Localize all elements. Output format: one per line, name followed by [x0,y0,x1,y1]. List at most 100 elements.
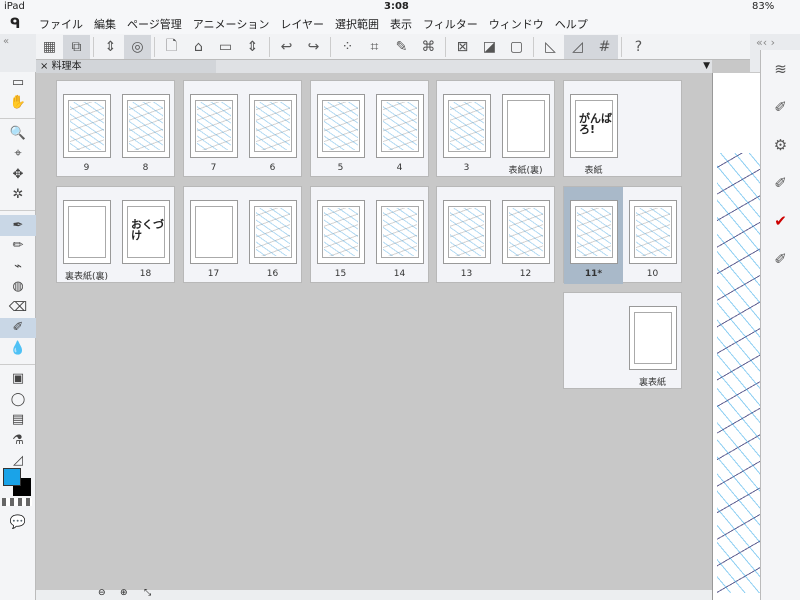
page-item[interactable]: 13 [437,187,496,284]
page-item[interactable]: 11* [564,187,623,284]
sort-arrows-icon[interactable]: ⇕ [97,35,124,59]
menu-item[interactable]: 選択範囲 [335,16,379,32]
menu-item[interactable]: アニメーション [193,16,270,32]
tool-button[interactable]: ✥ [0,164,36,185]
tool-button[interactable]: 💧 [0,338,36,359]
right-panel-button[interactable]: ≋ [761,50,800,88]
tool-button[interactable]: ◯ [0,389,36,410]
ruler-icon[interactable]: ◺ [537,35,564,59]
open-folder-icon[interactable]: ⌂ [185,35,212,59]
collapse-left-icon[interactable]: « [3,36,9,47]
tool-button[interactable]: ✏ [0,236,36,257]
clear-icon[interactable]: ⊠ [449,35,476,59]
right-panel-button[interactable]: ⚙ [761,126,800,164]
undo-icon[interactable]: ↩ [273,35,300,59]
page-item[interactable]: おくづけ 18 [116,187,175,284]
redo-icon[interactable]: ↪ [300,35,327,59]
right-panel-button[interactable]: ✔ [761,202,800,240]
page-item[interactable]: 10 [623,187,682,284]
page-spread[interactable]: 13 12 [436,186,555,283]
page-spread[interactable]: 3 表紙(裏) [436,80,555,177]
tab-dropdown-icon[interactable]: ▼ [703,60,710,73]
spiral-record-icon[interactable]: ◎ [124,34,151,59]
tool-button[interactable]: ✲ [0,185,36,206]
zoom-in-icon[interactable]: ⊕ [120,588,128,598]
page-item[interactable]: 12 [496,187,555,284]
tool-button[interactable]: ✒ [0,215,36,236]
page-item[interactable]: 3 [437,81,496,178]
pen-icon[interactable]: ✎ [388,35,415,59]
fit-view-icon[interactable]: ⤡ [144,588,151,598]
zoom-out-icon[interactable]: ⊖ [98,588,106,598]
page-item[interactable]: 表紙(裏) [496,81,555,178]
menu-item[interactable]: ファイル [39,16,83,32]
page-settings-icon[interactable]: ⧉ [63,34,90,59]
tool-button[interactable]: 🔍 [0,123,36,144]
page-item[interactable]: 16 [243,187,302,284]
page-item[interactable]: 4 [370,81,429,178]
loading-icon[interactable]: ⁘ [334,35,361,59]
page-item[interactable]: 裏表紙 [623,293,682,390]
page-spread[interactable]: 裏表紙 [563,292,682,389]
foreground-color-swatch[interactable] [3,468,21,486]
app-logo-icon[interactable]: ᑫ [10,16,28,32]
menu-item[interactable]: レイヤー [280,16,324,32]
grid-view-icon[interactable]: ▦ [36,35,63,59]
save-icon[interactable]: ▭ [212,35,239,59]
menu-item[interactable]: フィルター [423,16,478,32]
menu-item[interactable]: ウィンドウ [489,16,544,32]
page-spread[interactable]: 76 [183,80,302,177]
help-icon[interactable]: ? [625,35,652,59]
page-item[interactable]: 9 [57,81,116,178]
right-panel-button[interactable]: ✐ [761,164,800,202]
page-item[interactable]: 6 [243,81,302,178]
page-spread[interactable]: がんばろ! 表紙 [563,80,682,177]
tool-button[interactable]: ▭ [0,72,36,93]
tool-button[interactable]: ⌫ [0,297,36,318]
page-item[interactable]: 15 [311,187,370,284]
page-item[interactable]: 17 [184,187,243,284]
tool-button[interactable]: ⌁ [0,256,36,277]
tool-button[interactable]: ⚗ [0,430,36,451]
page-item[interactable]: がんばろ! 表紙 [564,81,623,178]
tool-button[interactable]: ▤ [0,410,36,431]
right-panel-button[interactable]: ✐ [761,88,800,126]
transform-icon[interactable]: ⌗ [361,35,388,59]
tab-cookbook[interactable]: × 料理本 [36,60,216,73]
page-item[interactable]: 14 [370,187,429,284]
collapse-right-icon[interactable]: «‹ › [756,36,775,49]
page-spread[interactable]: 15 14 [310,186,429,283]
tool-button[interactable]: ◍ [0,277,36,298]
page-item[interactable]: 裏表紙(裏) [57,187,116,284]
transparent-color-swatch[interactable] [2,498,32,506]
tool-button[interactable]: 💬 [0,512,36,533]
page-spread[interactable]: 11* 10 [563,186,682,284]
page-thumbnail [317,200,365,264]
page-spread[interactable]: 裏表紙(裏) おくづけ 18 [56,186,175,283]
page-item[interactable]: 8 [116,81,175,178]
page-spread[interactable]: 17 16 [183,186,302,283]
tool-button[interactable]: ⌖ [0,144,36,165]
select-icon[interactable]: ▢ [503,35,530,59]
page-spread[interactable]: 54 [310,80,429,177]
page-item[interactable]: 5 [311,81,370,178]
fill-icon[interactable]: ◪ [476,35,503,59]
menu-bar: ᑫ ファイル 編集 ページ管理 アニメーション レイヤー 選択範囲 表示 フィルター ウィンドウ… [0,14,800,34]
new-file-icon[interactable]: 🗋 [158,35,185,59]
grid-snap-icon[interactable]: # [591,34,618,59]
close-tab-icon[interactable]: × [40,61,48,72]
page-item[interactable]: 7 [184,81,243,178]
ruler-snap-icon[interactable]: ◿ [564,34,591,59]
page-number: 15 [334,269,347,279]
free-transform-icon[interactable]: ⌘ [415,35,442,59]
menu-item[interactable]: 編集 [94,16,116,32]
tool-button[interactable]: ▣ [0,369,36,390]
menu-item[interactable]: ヘルプ [555,16,588,32]
tool-button[interactable]: ✋ [0,93,36,114]
right-panel-button[interactable]: ✐ [761,240,800,278]
tool-button[interactable]: ✐ [0,317,36,338]
menu-item[interactable]: ページ管理 [127,16,182,32]
page-spread[interactable]: 98 [56,80,175,177]
page-arrows-icon[interactable]: ⇕ [239,35,266,59]
menu-item[interactable]: 表示 [390,16,412,32]
